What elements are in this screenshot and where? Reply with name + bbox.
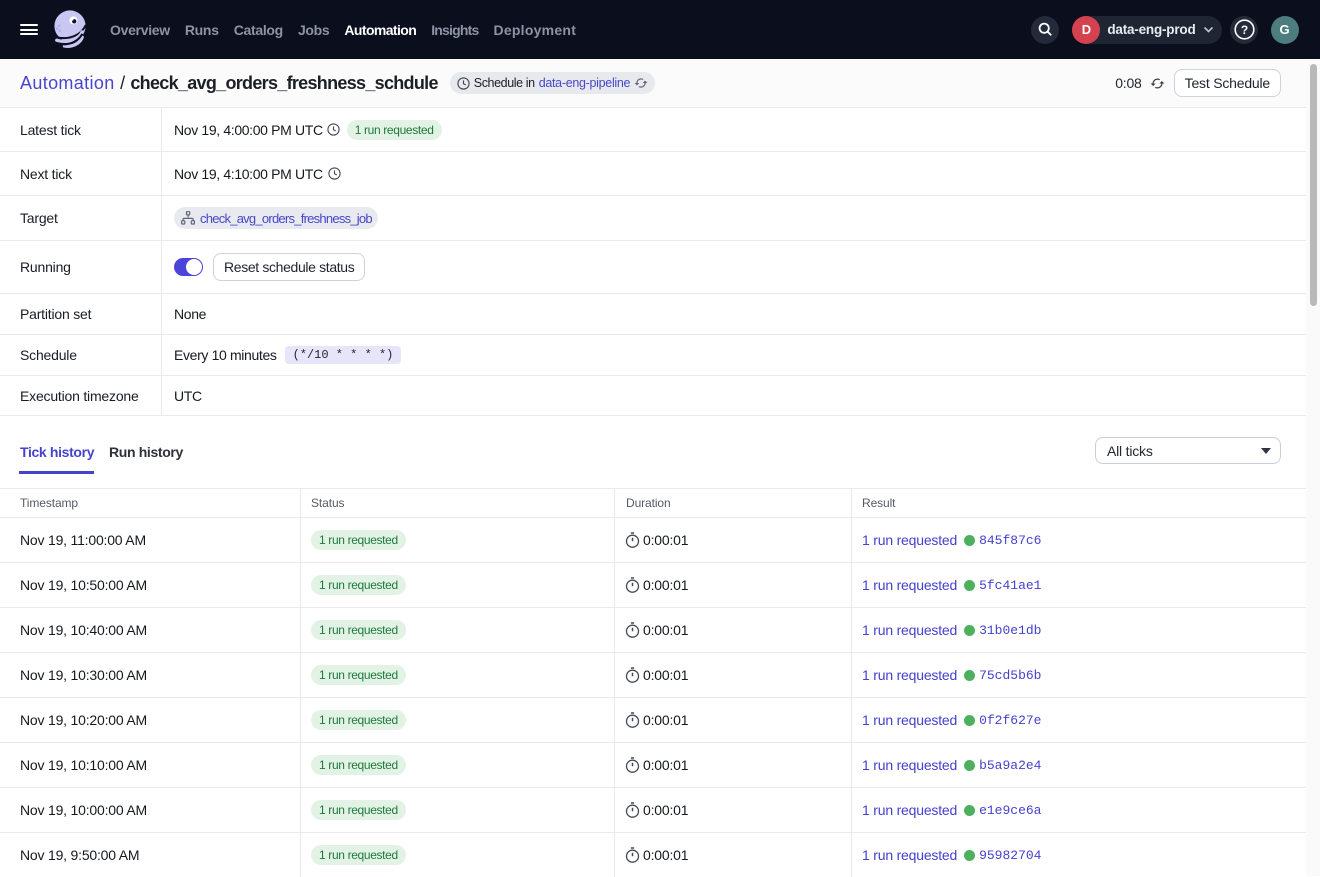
svg-text:?: ? [1240,23,1247,37]
